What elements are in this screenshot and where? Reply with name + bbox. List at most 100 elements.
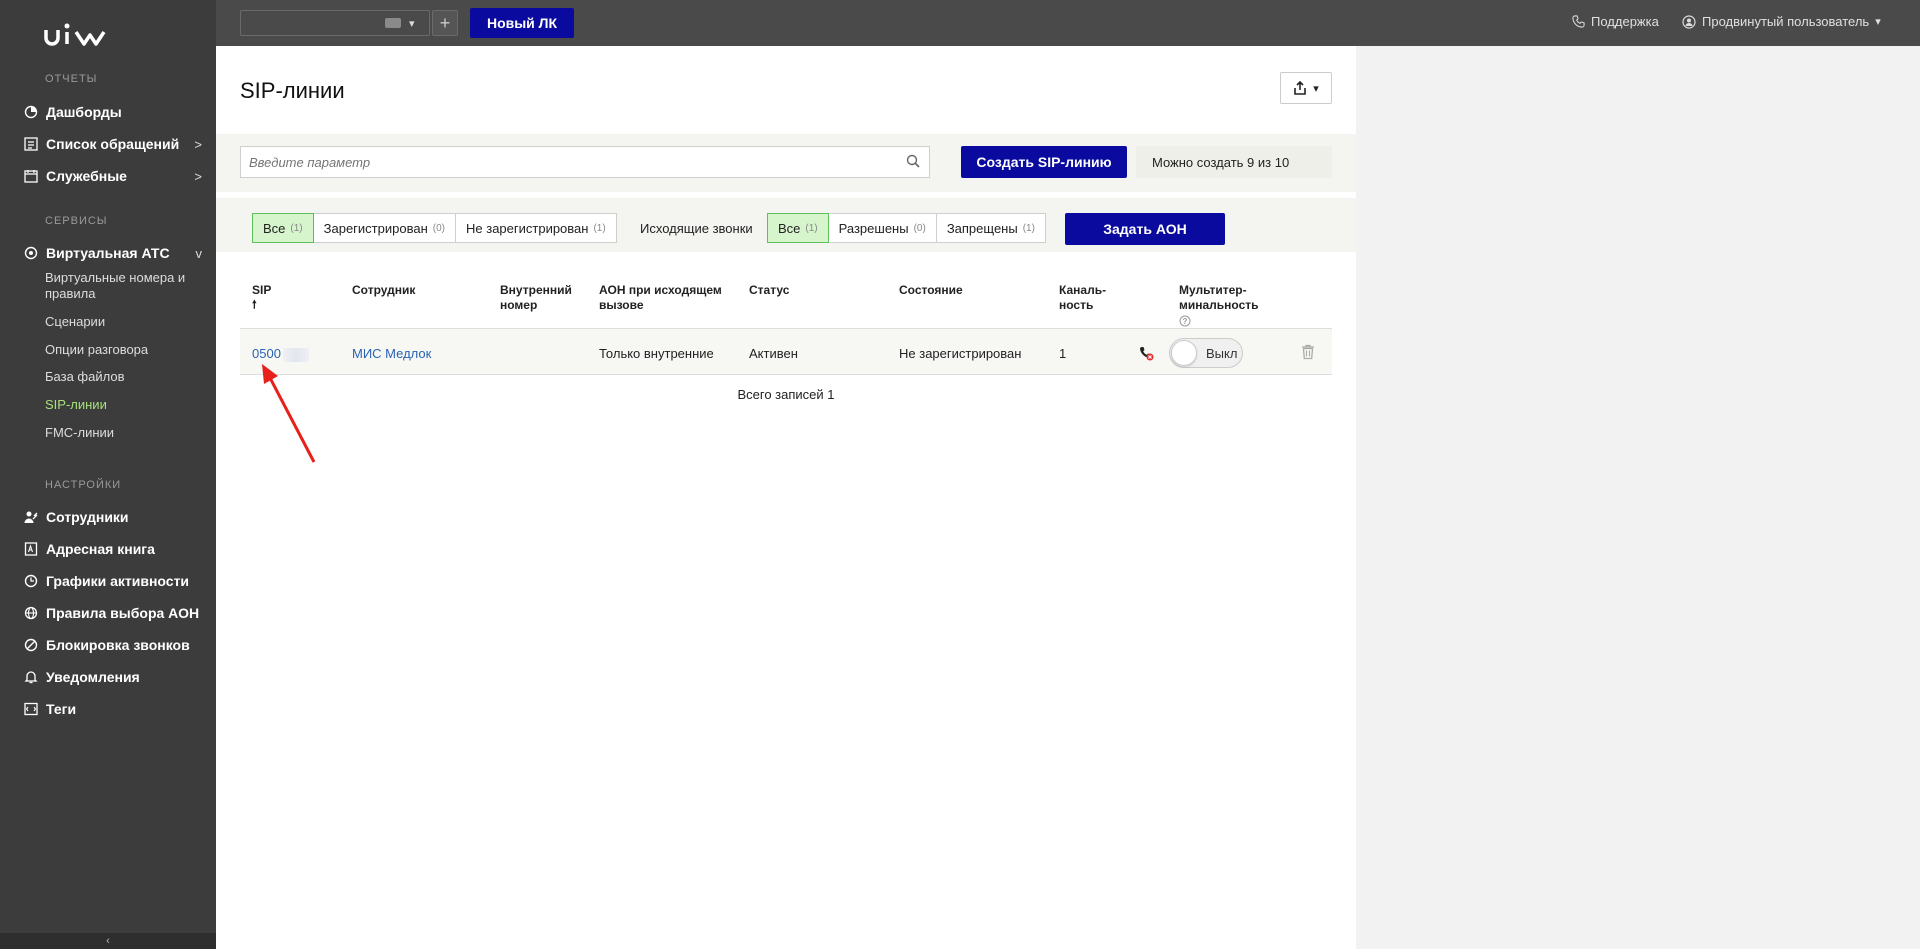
svg-text:?: ? [1183, 317, 1188, 326]
main-panel: SIP-линии ▾ Создать SIP-линию Можно созд… [216, 46, 1356, 949]
aon-cell: Только внутренние [599, 346, 714, 361]
set-aon-button[interactable]: Задать АОН [1065, 213, 1225, 245]
sidebar-sub-fmc-lines[interactable]: FMC-линии [45, 425, 205, 441]
filter-count: (1) [805, 222, 818, 234]
help-icon[interactable]: ? [1179, 315, 1191, 327]
sidebar-item-tags[interactable]: Теги [24, 699, 202, 719]
col-header-employee: Сотрудник [352, 283, 416, 297]
block-icon [24, 638, 38, 652]
employees-icon [24, 510, 38, 524]
sidebar-item-label: Дашборды [46, 104, 122, 120]
account-select[interactable]: ▾ [240, 10, 430, 36]
export-icon [1294, 81, 1307, 95]
filter-label: Все [263, 220, 286, 236]
user-icon [1682, 14, 1696, 29]
sidebar-sub-call-options[interactable]: Опции разговора [45, 342, 205, 358]
filter-band: Все (1) Зарегистрирован (0) Не зарегистрир… [216, 198, 1356, 252]
support-label: Поддержка [1591, 14, 1659, 29]
filter-count: (1) [593, 222, 606, 234]
uis-logo[interactable] [44, 22, 124, 51]
export-button[interactable]: ▾ [1280, 72, 1332, 104]
sip-number: 0500 [252, 346, 281, 361]
sidebar-item-service[interactable]: Служебные > [24, 166, 202, 186]
dashboard-icon [24, 105, 38, 119]
user-menu[interactable]: Продвинутый пользователь ▾ [1682, 14, 1881, 29]
plus-icon: + [439, 12, 451, 33]
add-account-button[interactable]: + [432, 10, 458, 36]
sidebar-item-notifications[interactable]: Уведомления [24, 667, 202, 687]
sidebar: ОТЧЕТЫ Дашборды Список обращений > Служе… [0, 0, 216, 949]
col-header-state: Состояние [899, 283, 963, 297]
support-link[interactable]: Поддержка [1572, 14, 1659, 29]
col-header-sip[interactable]: SIP 🠕 [252, 283, 271, 313]
tag-icon [24, 702, 38, 716]
total-records: Всего записей 1 [737, 387, 835, 402]
chevron-down-icon: v [195, 245, 203, 261]
sidebar-item-label: Адресная книга [46, 541, 155, 557]
filter-reg-all[interactable]: Все (1) [252, 213, 314, 243]
sidebar-item-requests-list[interactable]: Список обращений > [24, 134, 202, 154]
employee-link[interactable]: МИС Медлок [352, 346, 431, 361]
sidebar-collapse-button[interactable]: ‹ [0, 933, 216, 949]
chevron-right-icon: > [194, 168, 202, 184]
col-header-label: SIP [252, 283, 272, 297]
filter-count: (1) [290, 222, 303, 234]
sidebar-sub-scenarios[interactable]: Сценарии [45, 314, 205, 330]
col-header-internal-number: Внутренний номер [500, 283, 572, 312]
sidebar-item-employees[interactable]: Сотрудники [24, 507, 202, 527]
sidebar-item-label: Виртуальная АТС [46, 245, 170, 261]
top-bar: ▾ + Новый ЛК Поддержка Продвинутый польз… [216, 0, 1920, 46]
sidebar-sub-virtual-numbers[interactable]: Виртуальные номера и правила [45, 270, 205, 302]
col-header-aon: АОН при исходящем вызове [599, 283, 722, 312]
address-book-icon [24, 542, 38, 556]
clock-icon [24, 574, 38, 588]
create-sip-line-button[interactable]: Создать SIP-линию [961, 146, 1127, 178]
filter-out-all[interactable]: Все (1) [767, 213, 829, 243]
sip-number-link[interactable]: 0500 [252, 346, 309, 362]
sidebar-item-address-book[interactable]: Адресная книга [24, 539, 202, 559]
multiterminal-toggle[interactable]: Выкл [1169, 338, 1243, 368]
filter-reg-not-registered[interactable]: Не зарегистрирован (1) [456, 214, 616, 242]
sidebar-item-label: Теги [46, 701, 77, 717]
calendar-icon [24, 169, 38, 183]
outgoing-calls-label: Исходящие звонки [640, 221, 753, 236]
sidebar-sub-file-base[interactable]: База файлов [45, 369, 205, 385]
filter-count: (0) [432, 222, 445, 234]
sidebar-item-label: Уведомления [46, 669, 140, 685]
section-reports: ОТЧЕТЫ [45, 73, 98, 85]
pbx-icon [24, 246, 38, 260]
sidebar-item-label: Блокировка звонков [46, 637, 190, 653]
registration-filter: Все (1) Зарегистрирован (0) Не зарегистрир… [252, 213, 617, 243]
sidebar-sub-sip-lines[interactable]: SIP-линии [45, 397, 205, 413]
sidebar-item-label: Сотрудники [46, 509, 129, 525]
sidebar-item-virtual-pbx[interactable]: Виртуальная АТС v [24, 243, 202, 263]
section-settings: НАСТРОЙКИ [45, 479, 122, 491]
trash-icon[interactable] [1301, 344, 1315, 360]
sidebar-item-label: Список обращений [46, 136, 180, 152]
toggle-label: Выкл [1206, 345, 1238, 361]
sidebar-item-aon-rules[interactable]: Правила выбора АОН [24, 603, 202, 623]
chevron-down-icon: ▾ [1875, 16, 1881, 28]
outgoing-forbidden-icon[interactable] [1138, 345, 1154, 361]
can-create-limit: Можно создать 9 из 10 [1136, 146, 1332, 178]
status-cell: Активен [749, 346, 798, 361]
sidebar-item-call-blocking[interactable]: Блокировка звонков [24, 635, 202, 655]
table-row: 0500 МИС Медлок Только внутренние Активе… [240, 329, 1332, 375]
filter-out-allowed[interactable]: Разрешены (0) [829, 214, 937, 242]
col-header-status: Статус [749, 283, 790, 297]
filter-reg-registered[interactable]: Зарегистрирован (0) [314, 214, 456, 242]
page-title: SIP-линии [240, 78, 345, 103]
sidebar-item-activity-schedules[interactable]: Графики активности [24, 571, 202, 591]
search-band: Создать SIP-линию Можно создать 9 из 10 [216, 134, 1356, 192]
new-lk-button[interactable]: Новый ЛК [470, 8, 574, 38]
outgoing-filter: Все (1) Разрешены (0) Запрещены (1) [767, 213, 1046, 243]
filter-count: (0) [913, 222, 926, 234]
account-blurred-value [385, 18, 401, 28]
filter-label: Все [778, 220, 801, 236]
search-input[interactable] [240, 146, 930, 178]
search-icon[interactable] [906, 154, 920, 168]
filter-out-forbidden[interactable]: Запрещены (1) [937, 214, 1045, 242]
globe-icon [24, 606, 38, 620]
sidebar-item-dashboards[interactable]: Дашборды [24, 102, 202, 122]
list-icon [24, 137, 38, 151]
